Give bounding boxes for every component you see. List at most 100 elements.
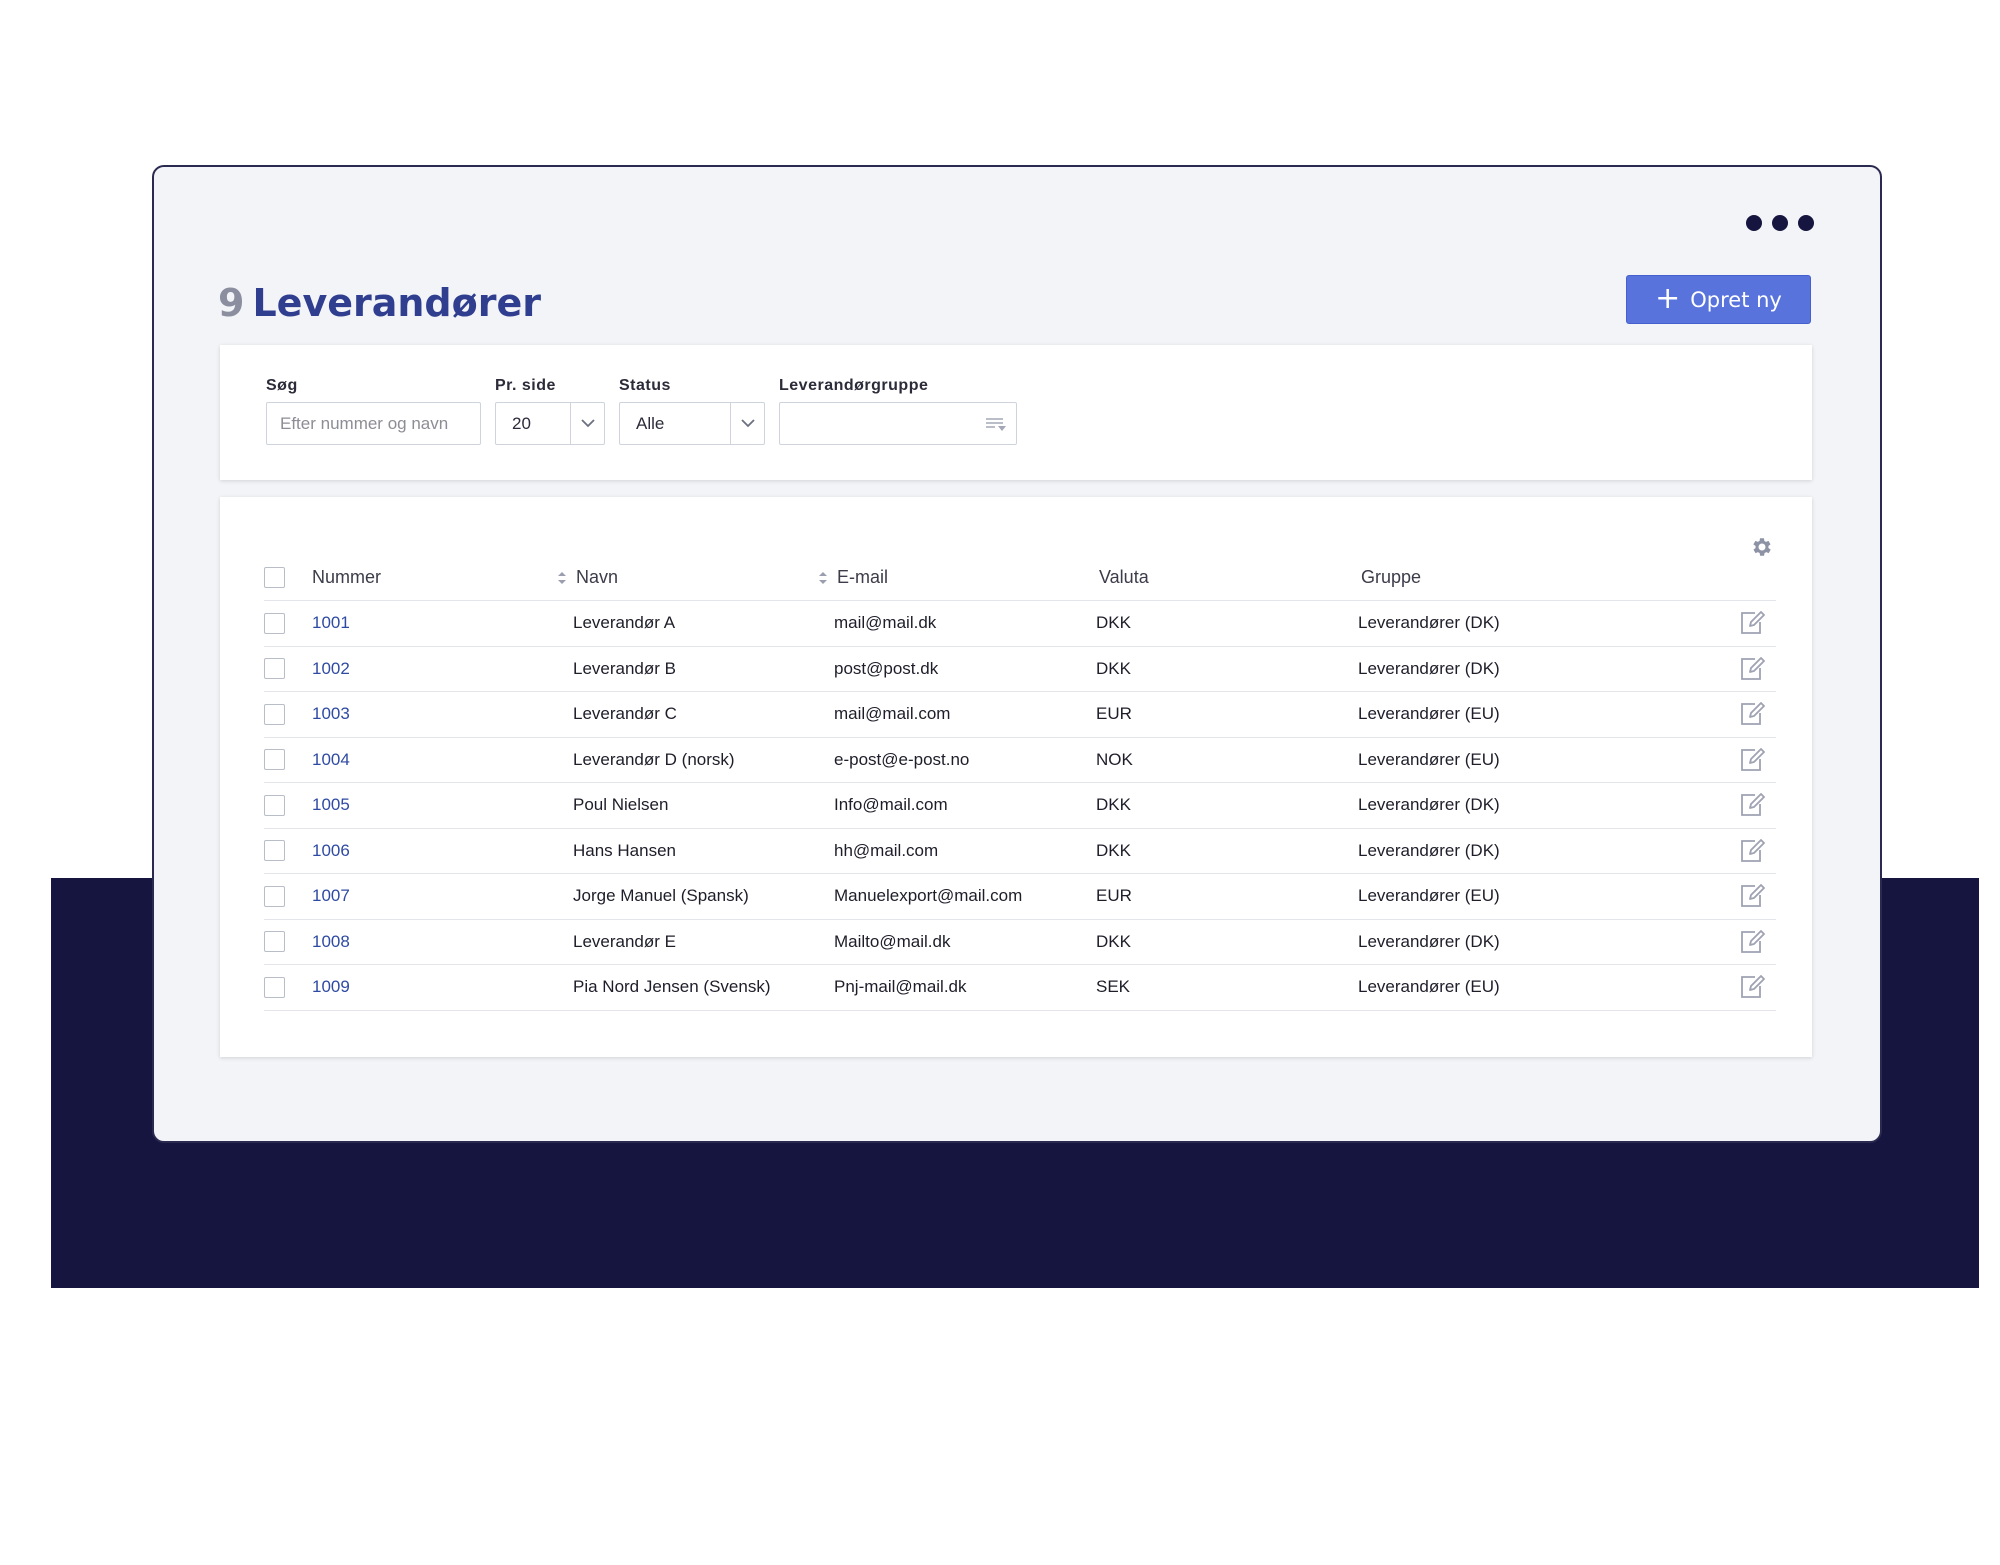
number-cell: 1003	[312, 704, 573, 724]
row-checkbox[interactable]	[264, 976, 285, 998]
edit-icon[interactable]	[1739, 883, 1765, 909]
supplier-group-select[interactable]	[779, 402, 1017, 445]
email-cell: e-post@e-post.no	[834, 749, 970, 769]
dot	[1746, 215, 1762, 231]
name-cell: Leverandør D (norsk)	[573, 749, 735, 769]
edit-icon[interactable]	[1739, 929, 1765, 955]
row-select-cell	[264, 931, 312, 953]
number-cell: 1008	[312, 932, 573, 952]
number-cell: 1002	[312, 659, 573, 679]
edit-cell	[1728, 929, 1776, 955]
supplier-number-link[interactable]: 1001	[312, 613, 350, 633]
supplier-group-label: Leverandørgruppe	[779, 377, 929, 394]
supplier-number-link[interactable]: 1009	[312, 977, 350, 997]
currency-cell: DKK	[1096, 795, 1131, 815]
per-page-label: Pr. side	[495, 377, 556, 394]
row-select-cell	[264, 885, 312, 907]
currency-cell: EUR	[1096, 704, 1132, 724]
row-checkbox[interactable]	[264, 703, 285, 725]
group-cell: Leverandører (DK)	[1358, 658, 1500, 678]
group-cell: Leverandører (EU)	[1358, 977, 1500, 997]
supplier-number-link[interactable]: 1007	[312, 886, 350, 906]
edit-icon[interactable]	[1739, 610, 1765, 636]
row-checkbox[interactable]	[264, 749, 285, 771]
select-all-checkbox[interactable]	[264, 567, 285, 588]
email-cell: Mailto@mail.dk	[834, 931, 951, 951]
status-value: Alle	[636, 413, 665, 433]
email-cell: mail@mail.dk	[834, 613, 937, 633]
email-cell: post@post.dk	[834, 658, 939, 678]
row-select-cell	[264, 703, 312, 725]
sort-icon[interactable]	[557, 571, 567, 585]
select-all-cell	[264, 567, 312, 588]
email-cell: Info@mail.com	[834, 795, 948, 815]
supplier-number-link[interactable]: 1005	[312, 795, 350, 815]
name-cell: Leverandør C	[573, 704, 677, 724]
edit-icon[interactable]	[1739, 747, 1765, 773]
edit-cell	[1728, 610, 1776, 636]
currency-cell: DKK	[1096, 840, 1131, 860]
table-header-row: Nummer Navn E-mail Valuta Gruppe	[264, 555, 1776, 601]
number-cell: 1007	[312, 886, 573, 906]
supplier-number-link[interactable]: 1006	[312, 841, 350, 861]
row-checkbox[interactable]	[264, 612, 285, 634]
currency-cell: SEK	[1096, 977, 1131, 997]
name-cell: Leverandør A	[573, 613, 676, 633]
number-cell: 1006	[312, 841, 573, 861]
row-select-cell	[264, 976, 312, 998]
column-header-group: Gruppe	[1361, 567, 1422, 587]
group-cell: Leverandører (EU)	[1358, 886, 1500, 906]
email-cell: hh@mail.com	[834, 840, 939, 860]
edit-icon[interactable]	[1739, 792, 1765, 818]
group-cell: Leverandører (DK)	[1358, 613, 1500, 633]
table-row: 1003 Leverandør C mail@mail.com EUR Leve…	[264, 692, 1776, 738]
edit-icon[interactable]	[1739, 656, 1765, 682]
sort-icon[interactable]	[818, 571, 828, 585]
record-count: 9	[218, 281, 245, 325]
edit-icon[interactable]	[1739, 838, 1765, 864]
more-dots-icon[interactable]	[1746, 215, 1814, 231]
chevron-down-icon	[570, 403, 604, 444]
per-page-select[interactable]: 20	[495, 402, 605, 445]
supplier-number-link[interactable]: 1008	[312, 932, 350, 952]
table-row: 1002 Leverandør B post@post.dk DKK Lever…	[264, 647, 1776, 692]
row-select-cell	[264, 749, 312, 771]
plus-icon: +	[1655, 280, 1681, 316]
row-checkbox[interactable]	[264, 794, 285, 816]
row-checkbox[interactable]	[264, 658, 285, 680]
edit-icon[interactable]	[1739, 701, 1765, 727]
page-title: 9 Leverandører	[218, 281, 541, 325]
row-checkbox[interactable]	[264, 840, 285, 862]
status-select[interactable]: Alle	[619, 402, 765, 445]
column-header-name[interactable]: Navn	[573, 567, 834, 588]
column-header-number[interactable]: Nummer	[312, 567, 573, 588]
table-row: 1006 Hans Hansen hh@mail.com DKK Leveran…	[264, 829, 1776, 874]
status-label: Status	[619, 377, 671, 394]
supplier-number-link[interactable]: 1004	[312, 750, 350, 770]
currency-cell: EUR	[1096, 886, 1132, 906]
row-checkbox[interactable]	[264, 931, 285, 953]
table-row: 1005 Poul Nielsen Info@mail.com DKK Leve…	[264, 783, 1776, 829]
row-select-cell	[264, 794, 312, 816]
create-new-button[interactable]: + Opret ny	[1626, 275, 1811, 324]
name-cell: Poul Nielsen	[573, 795, 669, 815]
name-cell: Pia Nord Jensen (Svensk)	[573, 977, 771, 997]
group-cell: Leverandører (DK)	[1358, 795, 1500, 815]
column-header-label: Nummer	[312, 567, 382, 587]
edit-cell	[1728, 747, 1776, 773]
table-row: 1008 Leverandør E Mailto@mail.dk DKK Lev…	[264, 920, 1776, 965]
column-header-email: E-mail	[837, 567, 889, 587]
row-checkbox[interactable]	[264, 885, 285, 907]
supplier-number-link[interactable]: 1002	[312, 659, 350, 679]
group-cell: Leverandører (EU)	[1358, 749, 1500, 769]
row-select-cell	[264, 612, 312, 634]
edit-cell	[1728, 792, 1776, 818]
dot	[1798, 215, 1814, 231]
group-cell: Leverandører (EU)	[1358, 704, 1500, 724]
number-cell: 1004	[312, 750, 573, 770]
currency-cell: NOK	[1096, 749, 1133, 769]
filter-list-icon	[976, 403, 1016, 444]
edit-icon[interactable]	[1739, 974, 1765, 1000]
search-input[interactable]	[266, 402, 481, 445]
supplier-number-link[interactable]: 1003	[312, 704, 350, 724]
